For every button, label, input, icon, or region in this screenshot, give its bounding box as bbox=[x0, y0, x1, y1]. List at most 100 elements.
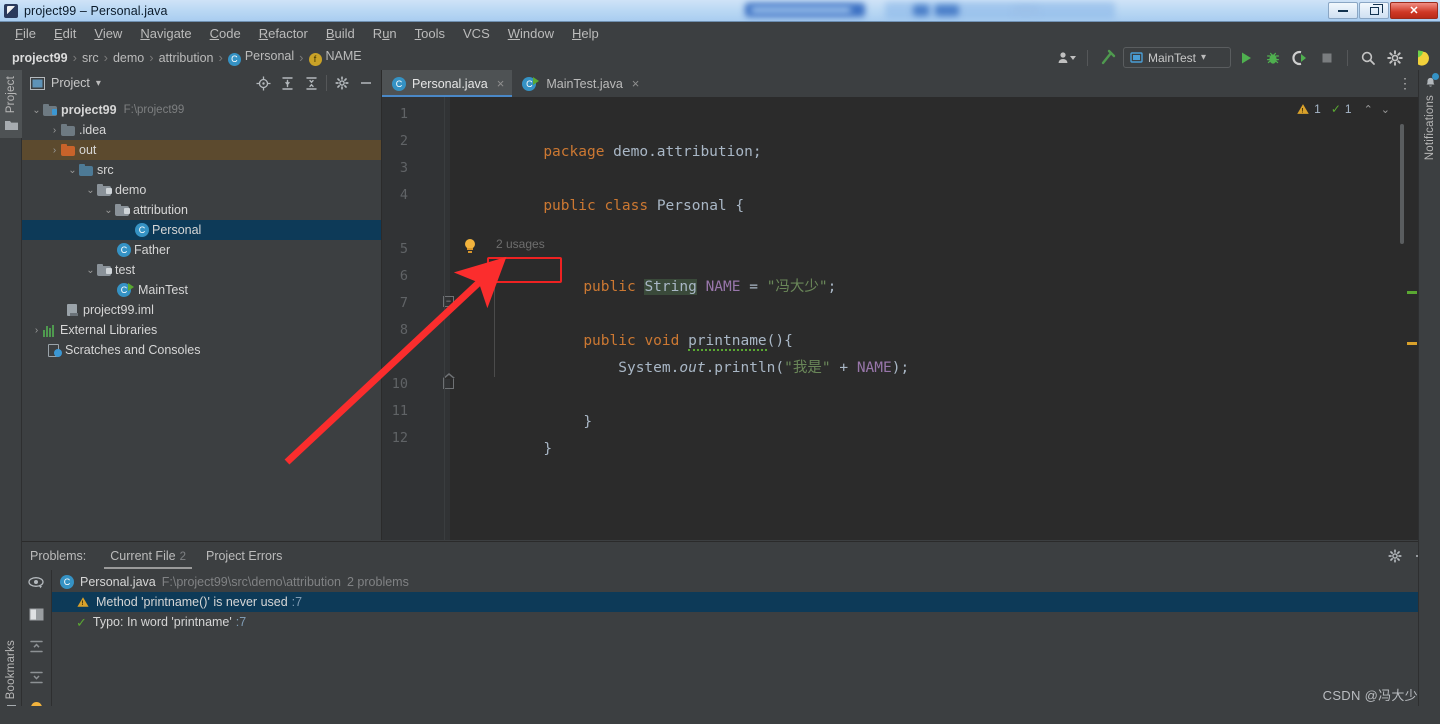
breadcrumb-item-src[interactable]: src bbox=[78, 51, 103, 65]
java-class-icon: C bbox=[135, 223, 149, 237]
inspection-marker-ok[interactable] bbox=[1407, 291, 1417, 294]
chevron-down-icon[interactable]: ⌄ bbox=[1379, 103, 1392, 116]
window-titlebar: project99 – Personal.java ✕ bbox=[0, 0, 1440, 22]
close-icon[interactable]: ✕ bbox=[1390, 2, 1438, 19]
menu-run[interactable]: Run bbox=[364, 24, 406, 43]
breadcrumb-item-demo[interactable]: demo bbox=[109, 51, 148, 65]
problems-file-row[interactable]: C Personal.java F:\project99\src\demo\at… bbox=[52, 572, 1440, 592]
editor-gutter[interactable]: 1 2 3 4 5 6 7 8 10 11 12 − bbox=[382, 97, 475, 540]
stop-icon[interactable] bbox=[1315, 47, 1339, 69]
ai-assistant-icon[interactable] bbox=[1410, 47, 1434, 69]
tree-row-personal[interactable]: C Personal bbox=[22, 220, 381, 240]
more-options-icon[interactable]: ⋮ bbox=[1392, 70, 1418, 97]
gear-icon[interactable] bbox=[1383, 47, 1407, 69]
problems-row-warning[interactable]: Method 'printname()' is never used :7 bbox=[52, 592, 1440, 612]
close-brace: } bbox=[543, 441, 553, 457]
restore-icon[interactable] bbox=[1359, 2, 1389, 19]
tree-row-attribution[interactable]: ⌄ attribution bbox=[22, 200, 381, 220]
code-editor[interactable]: 1 2 3 4 5 6 7 8 10 11 12 − package demo.… bbox=[382, 97, 1418, 540]
problems-row-text: Method 'printname()' is never used bbox=[96, 595, 288, 609]
hide-icon[interactable] bbox=[355, 72, 377, 94]
chevron-down-icon[interactable]: ⌄ bbox=[66, 165, 79, 176]
build-hammer-icon[interactable] bbox=[1096, 47, 1120, 69]
code-line-1: package demo.attribution; bbox=[456, 125, 761, 179]
close-icon[interactable]: × bbox=[497, 76, 505, 91]
menu-refactor[interactable]: Refactor bbox=[250, 24, 317, 43]
line-number: 6 bbox=[399, 268, 408, 284]
java-runnable-class-icon: C bbox=[117, 283, 134, 297]
tree-row-src[interactable]: ⌄ src bbox=[22, 160, 381, 180]
expand-all-icon[interactable] bbox=[276, 72, 298, 94]
split-view-icon[interactable] bbox=[29, 607, 44, 627]
chevron-down-icon[interactable]: ⌄ bbox=[84, 265, 97, 276]
user-profile-icon[interactable] bbox=[1055, 47, 1079, 69]
chevron-right-icon[interactable]: › bbox=[30, 325, 43, 336]
run-configuration-selector[interactable]: MainTest ▾ bbox=[1123, 47, 1231, 68]
gear-icon[interactable] bbox=[1384, 545, 1406, 567]
breadcrumb-item-name[interactable]: f NAME bbox=[305, 49, 366, 66]
tree-row-test[interactable]: ⌄ test bbox=[22, 260, 381, 280]
run-play-icon[interactable] bbox=[1234, 47, 1258, 69]
tree-row-idea[interactable]: › .idea bbox=[22, 120, 381, 140]
inspection-marker-warning[interactable] bbox=[1407, 342, 1417, 345]
dot: . bbox=[705, 360, 715, 376]
problems-tab-current-file[interactable]: Current File 2 bbox=[100, 544, 196, 569]
chevron-down-icon[interactable]: ⌄ bbox=[102, 205, 115, 216]
code-text[interactable]: package demo.attribution; public class P… bbox=[450, 97, 1418, 540]
search-everywhere-icon[interactable] bbox=[1356, 47, 1380, 69]
chevron-down-icon[interactable]: ▾ bbox=[96, 78, 101, 89]
collapse-all-icon[interactable] bbox=[29, 671, 44, 689]
inspection-widget[interactable]: 1 ✓ 1 ⌃ ⌄ bbox=[1296, 102, 1392, 116]
chevron-down-icon[interactable]: ⌄ bbox=[30, 105, 43, 116]
menu-view[interactable]: View bbox=[85, 24, 131, 43]
preview-eye-icon[interactable] bbox=[28, 576, 45, 594]
tree-row-external-libraries[interactable]: › External Libraries bbox=[22, 320, 381, 340]
editor-tab-personal[interactable]: C Personal.java × bbox=[382, 70, 513, 97]
chevron-down-icon[interactable]: ⌄ bbox=[84, 185, 97, 196]
inlay-usages-hint[interactable]: 2 usages bbox=[496, 237, 545, 251]
open-brace: { bbox=[735, 198, 745, 214]
breadcrumb-item-personal[interactable]: C Personal bbox=[224, 49, 298, 66]
menu-tools[interactable]: Tools bbox=[406, 24, 454, 43]
expand-all-icon[interactable] bbox=[29, 640, 44, 658]
tree-row-project99[interactable]: ⌄ project99 F:\project99 bbox=[22, 100, 381, 120]
stripe-button-notifications[interactable]: Notifications bbox=[1419, 73, 1440, 160]
tree-row-out[interactable]: › out bbox=[22, 140, 381, 160]
menu-build[interactable]: Build bbox=[317, 24, 364, 43]
tree-label: test bbox=[115, 263, 136, 277]
tree-row-maintest[interactable]: C MainTest bbox=[22, 280, 381, 300]
menu-file[interactable]: File bbox=[6, 24, 45, 43]
menu-code[interactable]: Code bbox=[201, 24, 250, 43]
tree-row-scratches[interactable]: Scratches and Consoles bbox=[22, 340, 381, 360]
editor-tab-maintest[interactable]: C MainTest.java × bbox=[512, 70, 647, 97]
collapse-all-icon[interactable] bbox=[300, 72, 322, 94]
locate-file-icon[interactable] bbox=[252, 72, 274, 94]
gear-icon[interactable] bbox=[331, 72, 353, 94]
project-tree: ⌄ project99 F:\project99 › .idea › out ⌄ bbox=[22, 96, 381, 540]
inspection-ok-icon: ✓ bbox=[1330, 102, 1341, 116]
stripe-button-project[interactable]: Project bbox=[0, 70, 22, 139]
problems-tab-project-errors[interactable]: Project Errors bbox=[196, 544, 292, 569]
tree-row-demo[interactable]: ⌄ demo bbox=[22, 180, 381, 200]
menu-navigate[interactable]: Navigate bbox=[131, 24, 200, 43]
menu-vcs[interactable]: VCS bbox=[454, 24, 499, 43]
problems-row-typo[interactable]: ✓ Typo: In word 'printname' :7 bbox=[52, 612, 1440, 632]
stripe-bookmarks-label: Bookmarks bbox=[5, 639, 17, 699]
tree-row-iml[interactable]: project99.iml bbox=[22, 300, 381, 320]
breadcrumb-item-attribution[interactable]: attribution bbox=[155, 51, 218, 65]
csdn-watermark: CSDN @冯大少 bbox=[1322, 688, 1418, 703]
close-icon[interactable]: × bbox=[632, 76, 640, 91]
menu-window[interactable]: Window bbox=[499, 24, 563, 43]
chevron-up-icon[interactable]: ⌃ bbox=[1362, 103, 1375, 116]
minimize-icon[interactable] bbox=[1328, 2, 1358, 19]
debug-bug-icon[interactable] bbox=[1261, 47, 1285, 69]
chevron-right-icon[interactable]: › bbox=[48, 145, 61, 156]
run-with-coverage-icon[interactable] bbox=[1288, 47, 1312, 69]
editor-marker-bar[interactable] bbox=[1404, 124, 1418, 540]
breadcrumb-item-project99[interactable]: project99 bbox=[8, 51, 72, 65]
editor-area: C Personal.java × C MainTest.java × ⋮ 1 … bbox=[382, 70, 1418, 540]
menu-help[interactable]: Help bbox=[563, 24, 608, 43]
menu-edit[interactable]: Edit bbox=[45, 24, 85, 43]
chevron-right-icon[interactable]: › bbox=[48, 125, 61, 136]
tree-row-father[interactable]: C Father bbox=[22, 240, 381, 260]
